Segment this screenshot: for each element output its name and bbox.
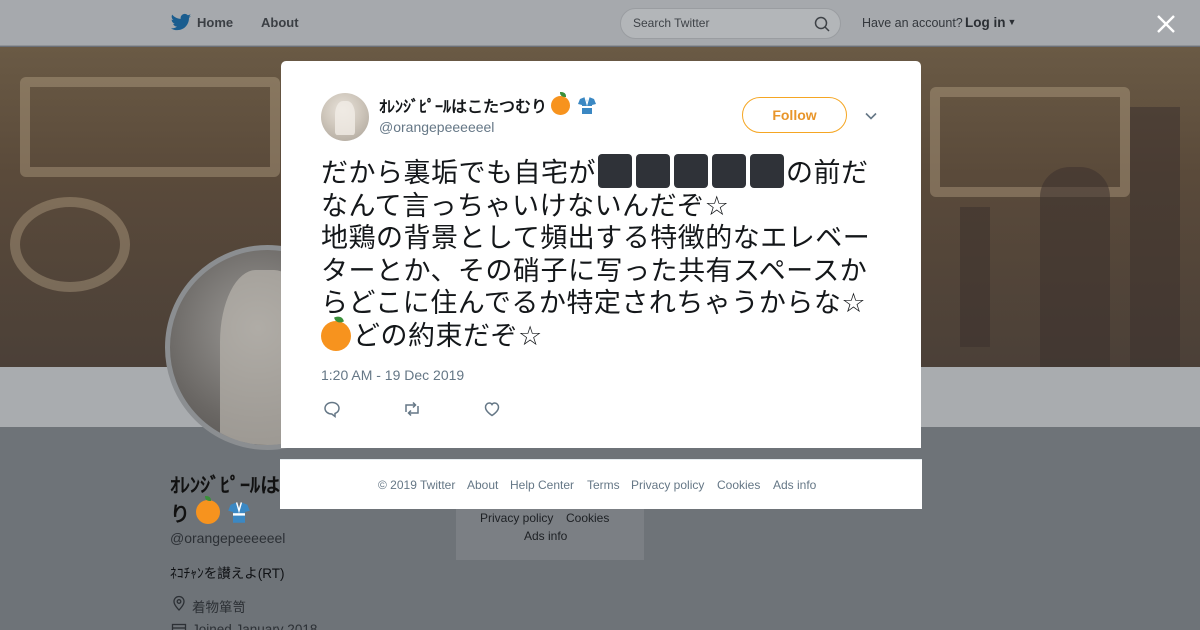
profile-location: 着物箪笥	[192, 600, 246, 615]
profile-name-line1: ｵﾚﾝｼﾞﾋﾟｰﾙは	[170, 475, 280, 497]
redaction-block	[674, 154, 708, 188]
twitter-bird-icon[interactable]	[170, 13, 192, 33]
redaction-block	[712, 154, 746, 188]
search-input[interactable]: Search Twitter	[620, 8, 841, 39]
login-button[interactable]: Log in ▼	[965, 15, 1016, 30]
redaction-block	[598, 154, 632, 188]
sidebar-privacy-link[interactable]: Privacy policy	[480, 511, 553, 525]
tweet-author-name-text: ｵﾚﾝｼﾞﾋﾟｰﾙはこたつむり	[379, 99, 548, 116]
sidebar-cookies-link[interactable]: Cookies	[566, 511, 609, 525]
nav-about-link[interactable]: About	[261, 15, 299, 30]
sidebar-footer: Privacy policy Cookies Ads info	[456, 508, 644, 560]
follow-button[interactable]: Follow	[742, 97, 847, 133]
like-heart-icon[interactable]	[482, 399, 502, 419]
sidebar-ads-link[interactable]: Ads info	[524, 529, 567, 543]
orange-emoji-icon	[321, 320, 351, 351]
footer-privacy-link[interactable]: Privacy policy	[631, 478, 704, 492]
profile-joined-date: Joined January 2018	[192, 622, 318, 630]
footer-ads-info-link[interactable]: Ads info	[773, 478, 816, 492]
profile-name-line2: り	[170, 504, 190, 526]
tweet-modal: ｵﾚﾝｼﾞﾋﾟｰﾙはこたつむり @orangepeeeeeel Follow だ…	[281, 61, 921, 448]
profile-handle[interactable]: @orangepeeeeeel	[170, 530, 285, 546]
top-navigation-bar: Home About Search Twitter Have an accoun…	[0, 0, 1200, 46]
profile-name: ｵﾚﾝｼﾞﾋﾟｰﾙは り	[170, 473, 290, 529]
footer-copyright: © 2019 Twitter	[378, 478, 456, 492]
modal-footer: © 2019 Twitter About Help Center Terms P…	[280, 459, 922, 509]
footer-help-center-link[interactable]: Help Center	[510, 478, 574, 492]
nav-home-link[interactable]: Home	[197, 15, 233, 30]
tweet-author-avatar[interactable]	[321, 93, 369, 141]
tweet-text-part3: 地鶏の背景として頻出する特徴的なエレベーターとか、その硝子に写った共有スペースか…	[321, 223, 871, 320]
kimono-emoji-icon	[228, 502, 250, 523]
footer-about-link[interactable]: About	[467, 478, 498, 492]
redaction-block	[636, 154, 670, 188]
retweet-icon[interactable]	[402, 399, 422, 419]
redaction-block	[750, 154, 784, 188]
search-placeholder: Search Twitter	[633, 16, 710, 30]
reply-icon[interactable]	[322, 399, 342, 419]
tweet-author-handle[interactable]: @orangepeeeeeel	[379, 119, 494, 135]
have-account-text: Have an account?	[862, 16, 963, 30]
chevron-down-icon[interactable]	[864, 109, 878, 123]
calendar-icon	[171, 623, 187, 630]
close-icon[interactable]	[1155, 13, 1177, 35]
location-icon	[173, 595, 185, 611]
profile-bio: ﾈｺﾁｬﾝを讃えよ(RT)	[170, 566, 285, 581]
footer-cookies-link[interactable]: Cookies	[717, 478, 760, 492]
tweet-text: だから裏垢でも自宅が の前だなんて言っちゃいけないんだぞ☆ 地鶏の背景として頻出す…	[321, 154, 891, 354]
login-label: Log in	[965, 15, 1006, 30]
orange-emoji-icon	[551, 92, 571, 115]
kimono-emoji-icon	[577, 96, 596, 114]
footer-terms-link[interactable]: Terms	[587, 478, 620, 492]
chevron-down-icon: ▼	[1007, 17, 1017, 27]
tweet-text-part1: だから裏垢でも自宅が	[321, 158, 596, 189]
tweet-timestamp[interactable]: 1:20 AM - 19 Dec 2019	[321, 367, 464, 383]
orange-emoji-icon	[195, 496, 220, 524]
tweet-author-name[interactable]: ｵﾚﾝｼﾞﾋﾟｰﾙはこたつむり	[379, 92, 597, 117]
search-icon[interactable]	[814, 16, 830, 32]
tweet-text-part4: どの約束だぞ☆	[353, 320, 543, 352]
